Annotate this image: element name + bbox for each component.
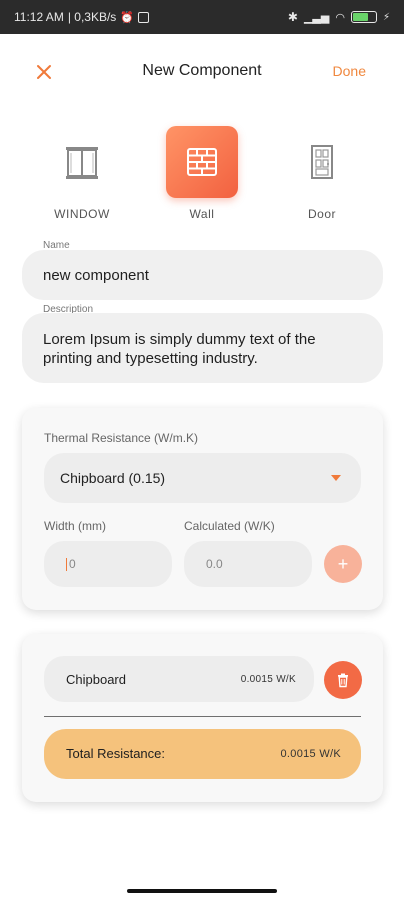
material-select[interactable]: Chipboard (0.15): [44, 453, 361, 503]
type-door-label: Door: [307, 207, 336, 221]
charging-icon: ⚡: [382, 11, 390, 23]
name-field[interactable]: new component: [22, 250, 383, 300]
signal-icon: ▁▃▅: [303, 11, 330, 24]
calculated-value: 0.0: [206, 557, 223, 571]
alarm-icon: ⏰: [120, 11, 134, 24]
component-type-selector: WINDOW Wall Door: [0, 126, 404, 226]
name-value: new component: [43, 267, 149, 284]
description-value: Lorem Ipsum is simply dummy text of the …: [43, 331, 316, 367]
type-window-label: WINDOW: [54, 207, 110, 221]
bluetooth-icon: ✱: [287, 10, 298, 24]
width-input-content: 0: [66, 557, 76, 572]
battery-icon: [350, 11, 377, 23]
layer-row: Chipboard 0.0015 W/K: [44, 656, 314, 702]
layer-value: 0.0015 W/K: [240, 674, 296, 685]
text-cursor: [66, 558, 67, 572]
type-wall-label: Wall: [189, 207, 215, 221]
window-icon: [66, 147, 98, 179]
thermal-resistance-card: Thermal Resistance (W/m.K) Chipboard (0.…: [22, 408, 383, 610]
layer-name: Chipboard: [66, 672, 126, 687]
trash-icon: [338, 673, 348, 688]
door-icon: [311, 145, 333, 179]
brick-wall-icon: [187, 148, 217, 176]
total-resistance-label: Total Resistance:: [66, 746, 165, 761]
status-time: 11:12 AM: [14, 10, 64, 24]
plus-icon: +: [337, 553, 349, 574]
material-select-value: Chipboard (0.15): [60, 470, 166, 486]
app-header: New Component Done: [0, 50, 404, 90]
dropdown-caret-icon: [331, 475, 341, 481]
status-bar: 11:12 AM | 0,3KB/s ⏰ ✱ ▁▃▅ ◠ ⚡: [0, 0, 404, 34]
total-resistance-value: 0.0015 W/K: [280, 748, 341, 760]
wifi-icon: ◠: [335, 11, 345, 24]
calculated-field: 0.0: [184, 541, 312, 587]
description-field[interactable]: Lorem Ipsum is simply dummy text of the …: [22, 313, 383, 383]
done-button[interactable]: Done: [333, 63, 366, 79]
type-door-box: [286, 126, 358, 198]
divider: [44, 716, 361, 717]
notification-icon: [138, 11, 149, 23]
status-net-speed: | 0,3KB/s: [67, 10, 117, 24]
thermal-resistance-label: Thermal Resistance (W/m.K): [44, 431, 199, 445]
type-window-box: [46, 126, 118, 198]
width-input[interactable]: 0: [44, 541, 172, 587]
add-layer-button[interactable]: +: [324, 545, 362, 583]
width-label: Width (mm): [44, 519, 106, 533]
type-wall-box: [166, 126, 238, 198]
type-wall[interactable]: Wall: [157, 126, 247, 221]
width-value: 0: [69, 557, 76, 571]
total-resistance-bar: Total Resistance: 0.0015 W/K: [44, 729, 361, 779]
delete-layer-button[interactable]: [324, 661, 362, 699]
layers-card: Chipboard 0.0015 W/K Total Resistance: 0…: [22, 634, 383, 802]
home-indicator[interactable]: [127, 889, 277, 893]
type-door[interactable]: Door: [277, 126, 367, 221]
calculated-label: Calculated (W/K): [184, 519, 275, 533]
type-window[interactable]: WINDOW: [37, 126, 127, 221]
